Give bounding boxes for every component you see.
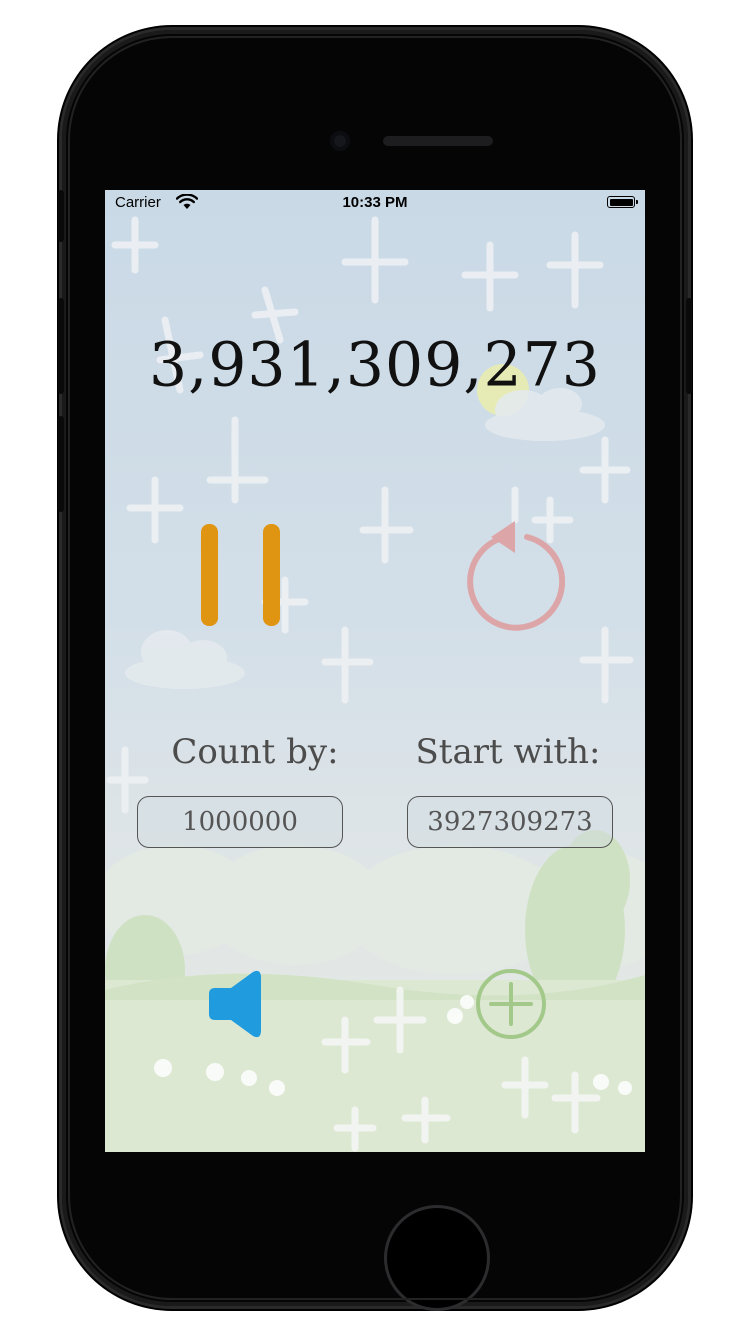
count-by-input[interactable] [137, 796, 343, 848]
status-bar: Carrier 10:33 PM [105, 190, 645, 216]
reset-icon [467, 521, 566, 631]
home-button[interactable] [387, 1208, 487, 1308]
reset-button[interactable] [455, 515, 566, 635]
power-button [686, 298, 692, 394]
start-with-label: Start with: [415, 732, 601, 772]
sound-button[interactable] [205, 968, 269, 1040]
app-screen: Carrier 10:33 PM 3,931,309,273 Count by:… [105, 190, 645, 1152]
start-with-input[interactable] [407, 796, 613, 848]
battery-icon [607, 196, 638, 208]
counter-display: 3,931,309,273 [149, 329, 601, 401]
speaker-icon [209, 970, 261, 1038]
pause-button[interactable] [193, 522, 293, 632]
volume-up-button [58, 298, 64, 394]
front-camera [330, 131, 350, 151]
add-button[interactable] [473, 966, 549, 1042]
status-time: 10:33 PM [342, 194, 408, 211]
count-by-label: Count by: [171, 732, 339, 772]
plus-circle-icon [476, 969, 546, 1039]
mute-switch [58, 190, 64, 242]
earpiece-speaker [383, 136, 493, 146]
volume-down-button [58, 416, 64, 512]
